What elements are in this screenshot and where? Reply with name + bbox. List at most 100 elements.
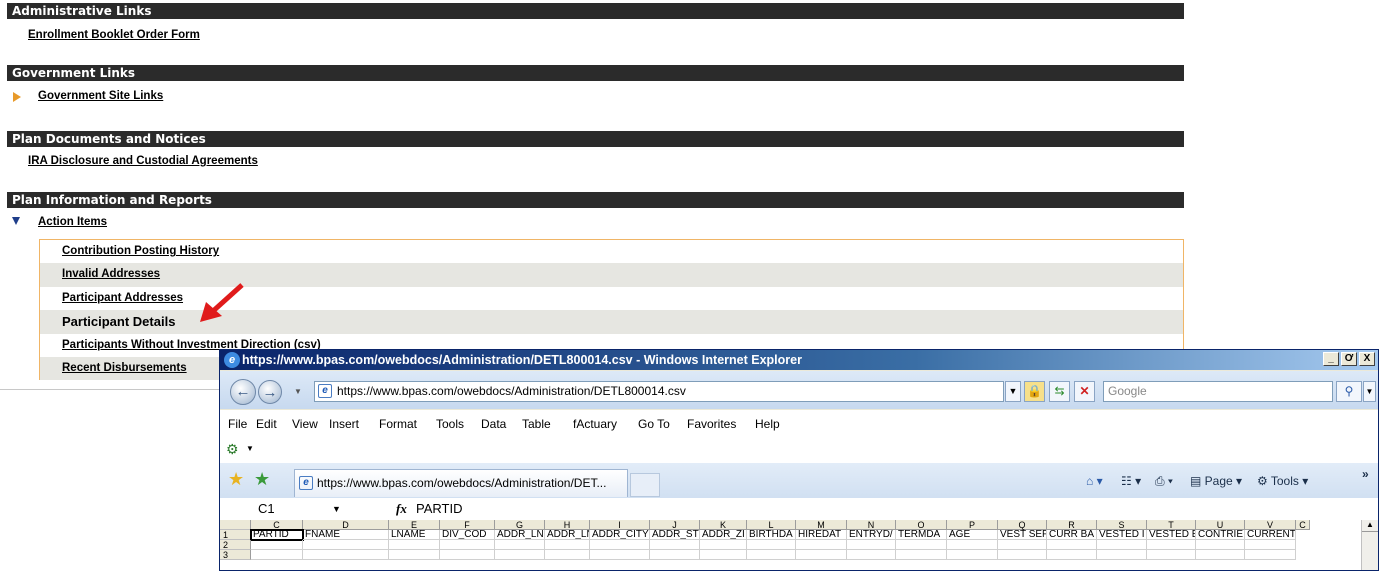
expand-arrow-icon[interactable] — [13, 92, 21, 102]
header-cell[interactable]: ADDR_CITY — [590, 530, 650, 540]
empty-cell[interactable] — [440, 550, 495, 560]
empty-cell[interactable] — [896, 540, 947, 550]
column-header[interactable]: S — [1097, 520, 1147, 530]
action-item-label[interactable]: Participant Addresses — [62, 292, 183, 304]
feeds-icon[interactable]: ☷ ▾ — [1121, 474, 1141, 488]
link-government-sites[interactable]: Government Site Links — [38, 90, 163, 102]
empty-cell[interactable] — [847, 540, 896, 550]
tools-menu[interactable]: ⚙ Tools ▾ — [1257, 474, 1308, 488]
header-cell[interactable]: TERMDA — [896, 530, 947, 540]
empty-cell[interactable] — [700, 550, 747, 560]
empty-cell[interactable] — [747, 540, 796, 550]
column-header[interactable]: D — [303, 520, 389, 530]
home-icon[interactable]: ⌂ ▾ — [1086, 474, 1103, 488]
menu-edit[interactable]: Edit — [256, 410, 277, 438]
empty-cell[interactable] — [796, 550, 847, 560]
empty-cell[interactable] — [1097, 540, 1147, 550]
empty-cell[interactable] — [495, 540, 545, 550]
ie-title-bar[interactable]: e https://www.bpas.com/owebdocs/Administ… — [220, 350, 1378, 370]
empty-cell[interactable] — [590, 550, 650, 560]
link-enrollment-booklet[interactable]: Enrollment Booklet Order Form — [28, 29, 200, 41]
back-button[interactable]: ← — [230, 379, 256, 405]
new-tab-button[interactable] — [630, 473, 660, 497]
empty-cell[interactable] — [896, 550, 947, 560]
menu-view[interactable]: View — [292, 410, 318, 438]
nav-dropdown-icon[interactable]: ▼ — [294, 387, 302, 396]
favorites-star-icon[interactable]: ★ — [228, 470, 244, 488]
header-cell[interactable]: LNAME — [389, 530, 440, 540]
menu-file[interactable]: File — [228, 410, 247, 438]
address-bar[interactable]: e https://www.bpas.com/owebdocs/Administ… — [314, 381, 1004, 402]
toolbar-dropdown-icon[interactable]: ▼ — [246, 444, 254, 453]
browser-tab[interactable]: e https://www.bpas.com/owebdocs/Administ… — [294, 469, 628, 497]
menu-goto[interactable]: Go To — [638, 410, 670, 438]
formula-input[interactable]: PARTID — [416, 498, 462, 520]
header-cell[interactable]: CONTRIE — [1196, 530, 1245, 540]
close-button[interactable]: X — [1359, 352, 1375, 366]
menu-favorites[interactable]: Favorites — [687, 410, 736, 438]
search-button[interactable]: ⚲ — [1336, 381, 1362, 402]
column-header[interactable]: C — [1296, 520, 1310, 530]
address-dropdown-button[interactable]: ▼ — [1005, 381, 1021, 402]
column-header[interactable]: J — [650, 520, 700, 530]
column-header[interactable]: N — [847, 520, 896, 530]
empty-cell[interactable] — [947, 540, 998, 550]
column-header[interactable]: P — [947, 520, 998, 530]
empty-cell[interactable] — [303, 550, 389, 560]
column-header[interactable]: G — [495, 520, 545, 530]
header-cell[interactable]: ADDR_LN1 — [495, 530, 545, 540]
menu-insert[interactable]: Insert — [329, 410, 359, 438]
empty-cell[interactable] — [650, 540, 700, 550]
scroll-up-icon[interactable]: ▲ — [1362, 520, 1378, 532]
search-input[interactable]: Google — [1103, 381, 1333, 402]
row-header[interactable]: 1 — [220, 530, 251, 540]
empty-cell[interactable] — [251, 540, 303, 550]
empty-cell[interactable] — [303, 540, 389, 550]
menu-table[interactable]: Table — [522, 410, 551, 438]
empty-cell[interactable] — [251, 550, 303, 560]
column-header[interactable]: I — [590, 520, 650, 530]
grid-corner[interactable] — [220, 520, 251, 530]
empty-cell[interactable] — [747, 550, 796, 560]
empty-cell[interactable] — [650, 550, 700, 560]
vertical-scrollbar[interactable]: ▲ — [1361, 520, 1378, 570]
row-header[interactable]: 3 — [220, 550, 251, 560]
empty-cell[interactable] — [1245, 550, 1296, 560]
header-cell[interactable]: PARTID — [250, 529, 304, 541]
menu-format[interactable]: Format — [379, 410, 417, 438]
empty-cell[interactable] — [440, 540, 495, 550]
empty-cell[interactable] — [1147, 540, 1196, 550]
menu-factuary[interactable]: fActuary — [573, 410, 617, 438]
collapse-arrow-icon[interactable] — [12, 217, 20, 225]
lock-icon[interactable]: 🔒 — [1024, 381, 1045, 402]
column-header[interactable]: M — [796, 520, 847, 530]
header-cell[interactable]: CURRENT — [1245, 530, 1296, 540]
name-box[interactable]: C1 — [258, 498, 275, 520]
header-cell[interactable]: ADDR_ZI — [700, 530, 747, 540]
action-item-label[interactable]: Participant Details — [62, 314, 175, 329]
column-header[interactable]: K — [700, 520, 747, 530]
header-cell[interactable]: VESTED I — [1097, 530, 1147, 540]
header-cell[interactable]: VESTED E — [1147, 530, 1196, 540]
empty-cell[interactable] — [495, 550, 545, 560]
column-header[interactable]: U — [1196, 520, 1245, 530]
empty-cell[interactable] — [1196, 550, 1245, 560]
menu-data[interactable]: Data — [481, 410, 506, 438]
name-box-dropdown-icon[interactable]: ▼ — [332, 498, 341, 520]
empty-cell[interactable] — [1097, 550, 1147, 560]
header-cell[interactable]: ADDR_LN2 — [545, 530, 590, 540]
empty-cell[interactable] — [700, 540, 747, 550]
empty-cell[interactable] — [1245, 540, 1296, 550]
action-item-label[interactable]: Invalid Addresses — [62, 268, 160, 280]
empty-cell[interactable] — [389, 540, 440, 550]
header-cell[interactable]: HIREDAT — [796, 530, 847, 540]
header-cell[interactable]: VEST SEF — [998, 530, 1047, 540]
empty-cell[interactable] — [947, 550, 998, 560]
empty-cell[interactable] — [1047, 540, 1097, 550]
page-menu[interactable]: ▤ Page ▾ — [1190, 474, 1242, 488]
toolbar-addon-icon[interactable]: ⚙ — [226, 441, 239, 458]
link-ira-disclosure[interactable]: IRA Disclosure and Custodial Agreements — [28, 155, 258, 167]
column-header[interactable]: R — [1047, 520, 1097, 530]
forward-button[interactable]: → — [258, 380, 282, 404]
empty-cell[interactable] — [847, 550, 896, 560]
